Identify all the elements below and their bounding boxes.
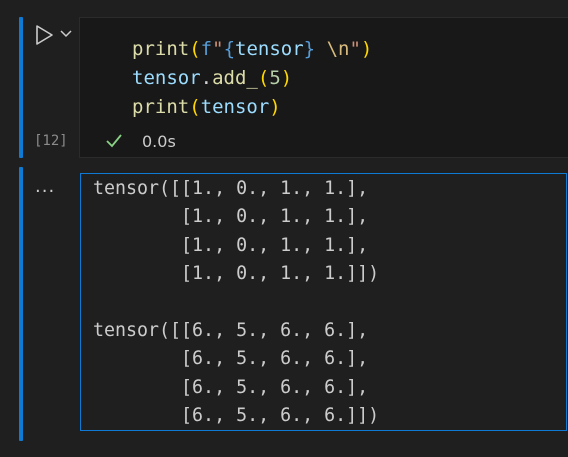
execution-duration: 0.0s — [142, 132, 176, 151]
execution-status — [104, 131, 124, 151]
code-line: print(tensor) — [132, 96, 281, 118]
cell-focus-indicator — [19, 17, 23, 158]
output-focus-indicator — [19, 167, 23, 441]
output-actions-button[interactable]: ... — [35, 176, 55, 197]
execution-count: [12] — [34, 133, 68, 149]
output-line: [6., 5., 6., 6.], — [93, 377, 369, 398]
play-icon — [36, 25, 53, 45]
output-line: [1., 0., 1., 1.], — [93, 235, 369, 256]
output-line: tensor([[6., 5., 6., 6.], — [93, 320, 369, 341]
output-line: [1., 0., 1., 1.]]) — [93, 263, 380, 284]
run-cell-button[interactable] — [33, 24, 55, 46]
code-line: print(f"{tensor} \n") — [132, 38, 373, 60]
chevron-down-icon — [60, 30, 72, 38]
output-line: [6., 5., 6., 6.]]) — [93, 405, 380, 426]
output-line: tensor([[1., 0., 1., 1.], — [93, 178, 369, 199]
run-options-button[interactable] — [59, 26, 73, 40]
code-line: tensor.add_(5) — [132, 67, 293, 89]
output-line: [1., 0., 1., 1.], — [93, 206, 369, 227]
output-line: [6., 5., 6., 6.], — [93, 348, 369, 369]
check-icon — [106, 134, 122, 148]
